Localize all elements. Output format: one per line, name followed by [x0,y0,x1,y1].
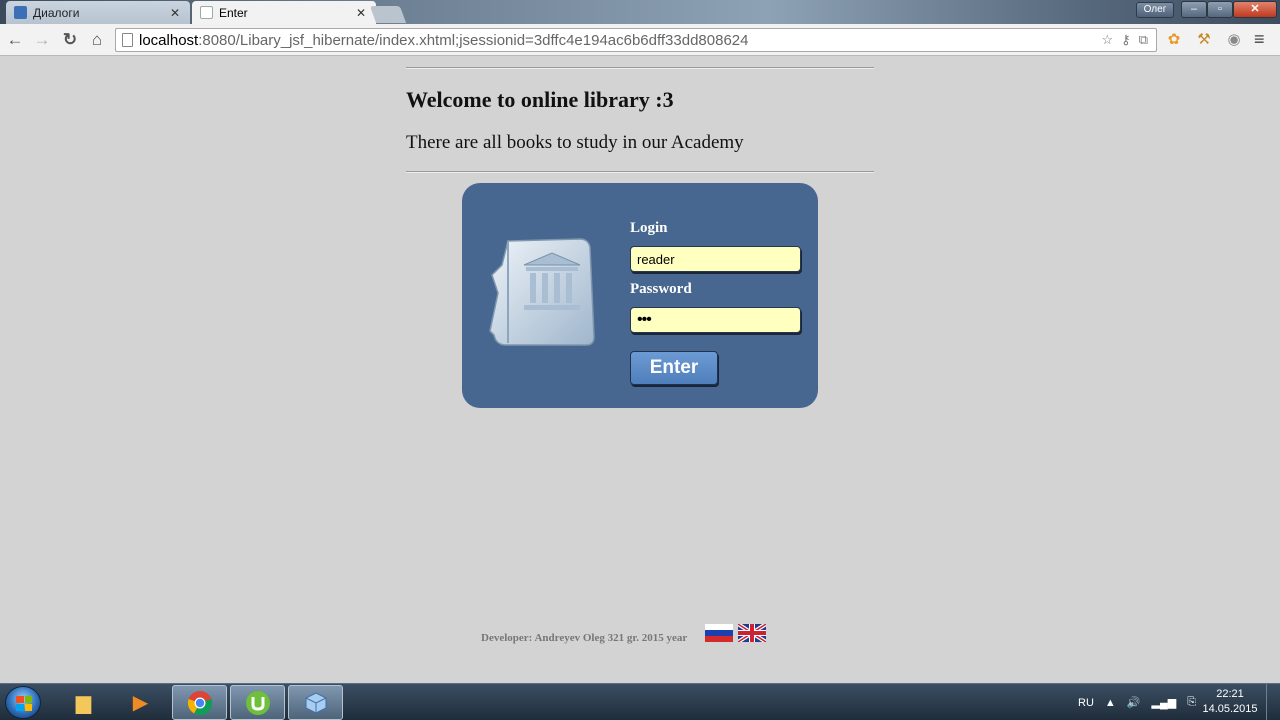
tab-label: Enter [219,5,248,20]
minimize-button[interactable]: – [1181,1,1207,18]
login-panel: Login Password Enter [462,183,818,408]
cube-icon [305,691,326,714]
enter-button[interactable]: Enter [630,351,718,385]
explorer-taskbar-button[interactable]: ▆ [56,685,111,720]
url-host: localhost [139,31,199,49]
extensions-area: ✿ ⚒ ◉ [1164,30,1244,48]
new-tab-button[interactable] [369,6,407,23]
chrome-taskbar-button[interactable] [172,685,227,720]
omnibox-actions: ☆ ⚷ ⧉ [1102,32,1148,48]
home-icon[interactable]: ⌂ [87,30,107,50]
page-subtitle: There are all books to study in our Acad… [406,132,744,153]
key-icon[interactable]: ⚷ [1121,32,1131,48]
divider [406,67,874,69]
page-title: Welcome to online library :3 [406,87,674,112]
password-label: Password [630,281,692,297]
utorrent-icon [245,690,270,715]
divider [406,171,874,173]
russian-flag-icon[interactable] [705,624,733,642]
login-label: Login [630,220,668,236]
tab-close-icon[interactable]: ✕ [168,6,182,20]
utorrent-taskbar-button[interactable] [230,685,285,720]
address-bar[interactable]: localhost :8080/Libary_jsf_hibernate/ind… [115,28,1157,52]
page-icon [122,33,133,47]
back-arrow-icon[interactable]: ← [5,30,25,50]
page-content: Welcome to online library :3 There are a… [0,57,1280,683]
password-input[interactable] [630,307,801,333]
paw-extension-icon[interactable]: ✿ [1164,30,1184,48]
page-favicon-icon [200,6,213,19]
virtualbox-taskbar-button[interactable] [288,685,343,720]
browser-toolbar: ← → ↻ ⌂ localhost :8080/Libary_jsf_hiber… [0,24,1280,56]
system-tray: RU ▲ 🔊 ▂▄▆ ⎘ [1078,684,1196,720]
taskbar: ▆ ▶ RU ▲ 🔊 ▂▄▆ ⎘ 22:21 14.05.2015 [0,683,1280,720]
tools-extension-icon[interactable]: ⚒ [1194,30,1214,48]
english-flag-icon[interactable] [738,624,766,642]
input-language[interactable]: RU [1078,697,1094,709]
tray-expand-icon[interactable]: ▲ [1105,697,1116,709]
tab-label: Диалоги [33,5,80,20]
tray-clock[interactable]: 22:21 14.05.2015 [1200,687,1260,717]
translate-icon[interactable]: ⧉ [1139,32,1148,48]
maximize-button[interactable]: ▫ [1207,1,1233,18]
network-signal-icon[interactable]: ▂▄▆ [1151,696,1176,709]
windows-logo-icon [16,696,32,711]
clock-time: 22:21 [1216,688,1244,700]
profile-badge[interactable]: Олег [1136,2,1174,18]
bookmark-star-icon[interactable]: ☆ [1102,32,1114,48]
media-player-icon: ▶ [132,692,149,714]
tab-dialogs[interactable]: Диалоги ✕ [6,1,190,24]
start-button[interactable] [5,686,41,719]
tab-enter[interactable]: Enter ✕ [192,1,376,24]
footer-credits: Developer: Andreyev Oleg 321 gr. 2015 ye… [481,632,688,644]
menu-icon[interactable]: ≡ [1254,29,1265,50]
vk-favicon-icon [14,6,27,19]
power-icon[interactable]: ⎘ [1187,696,1196,709]
login-input[interactable] [630,246,801,272]
media-player-taskbar-button[interactable]: ▶ [113,685,168,720]
chrome-icon [187,690,212,715]
tab-close-icon[interactable]: ✕ [354,6,368,20]
record-extension-icon[interactable]: ◉ [1224,30,1244,48]
url-path: :8080/Libary_jsf_hibernate/index.xhtml;j… [198,31,749,49]
folder-icon: ▆ [75,692,92,714]
forward-arrow-icon[interactable]: → [32,30,52,50]
close-window-button[interactable]: ✕ [1233,1,1277,18]
reload-icon[interactable]: ↻ [60,30,80,50]
show-desktop-button[interactable] [1266,684,1280,720]
browser-titlebar: Диалоги ✕ Enter ✕ Олег – ▫ ✕ [0,0,1280,24]
volume-icon[interactable]: 🔊 [1127,696,1141,709]
clock-date: 14.05.2015 [1202,703,1258,715]
library-book-icon [489,238,595,346]
